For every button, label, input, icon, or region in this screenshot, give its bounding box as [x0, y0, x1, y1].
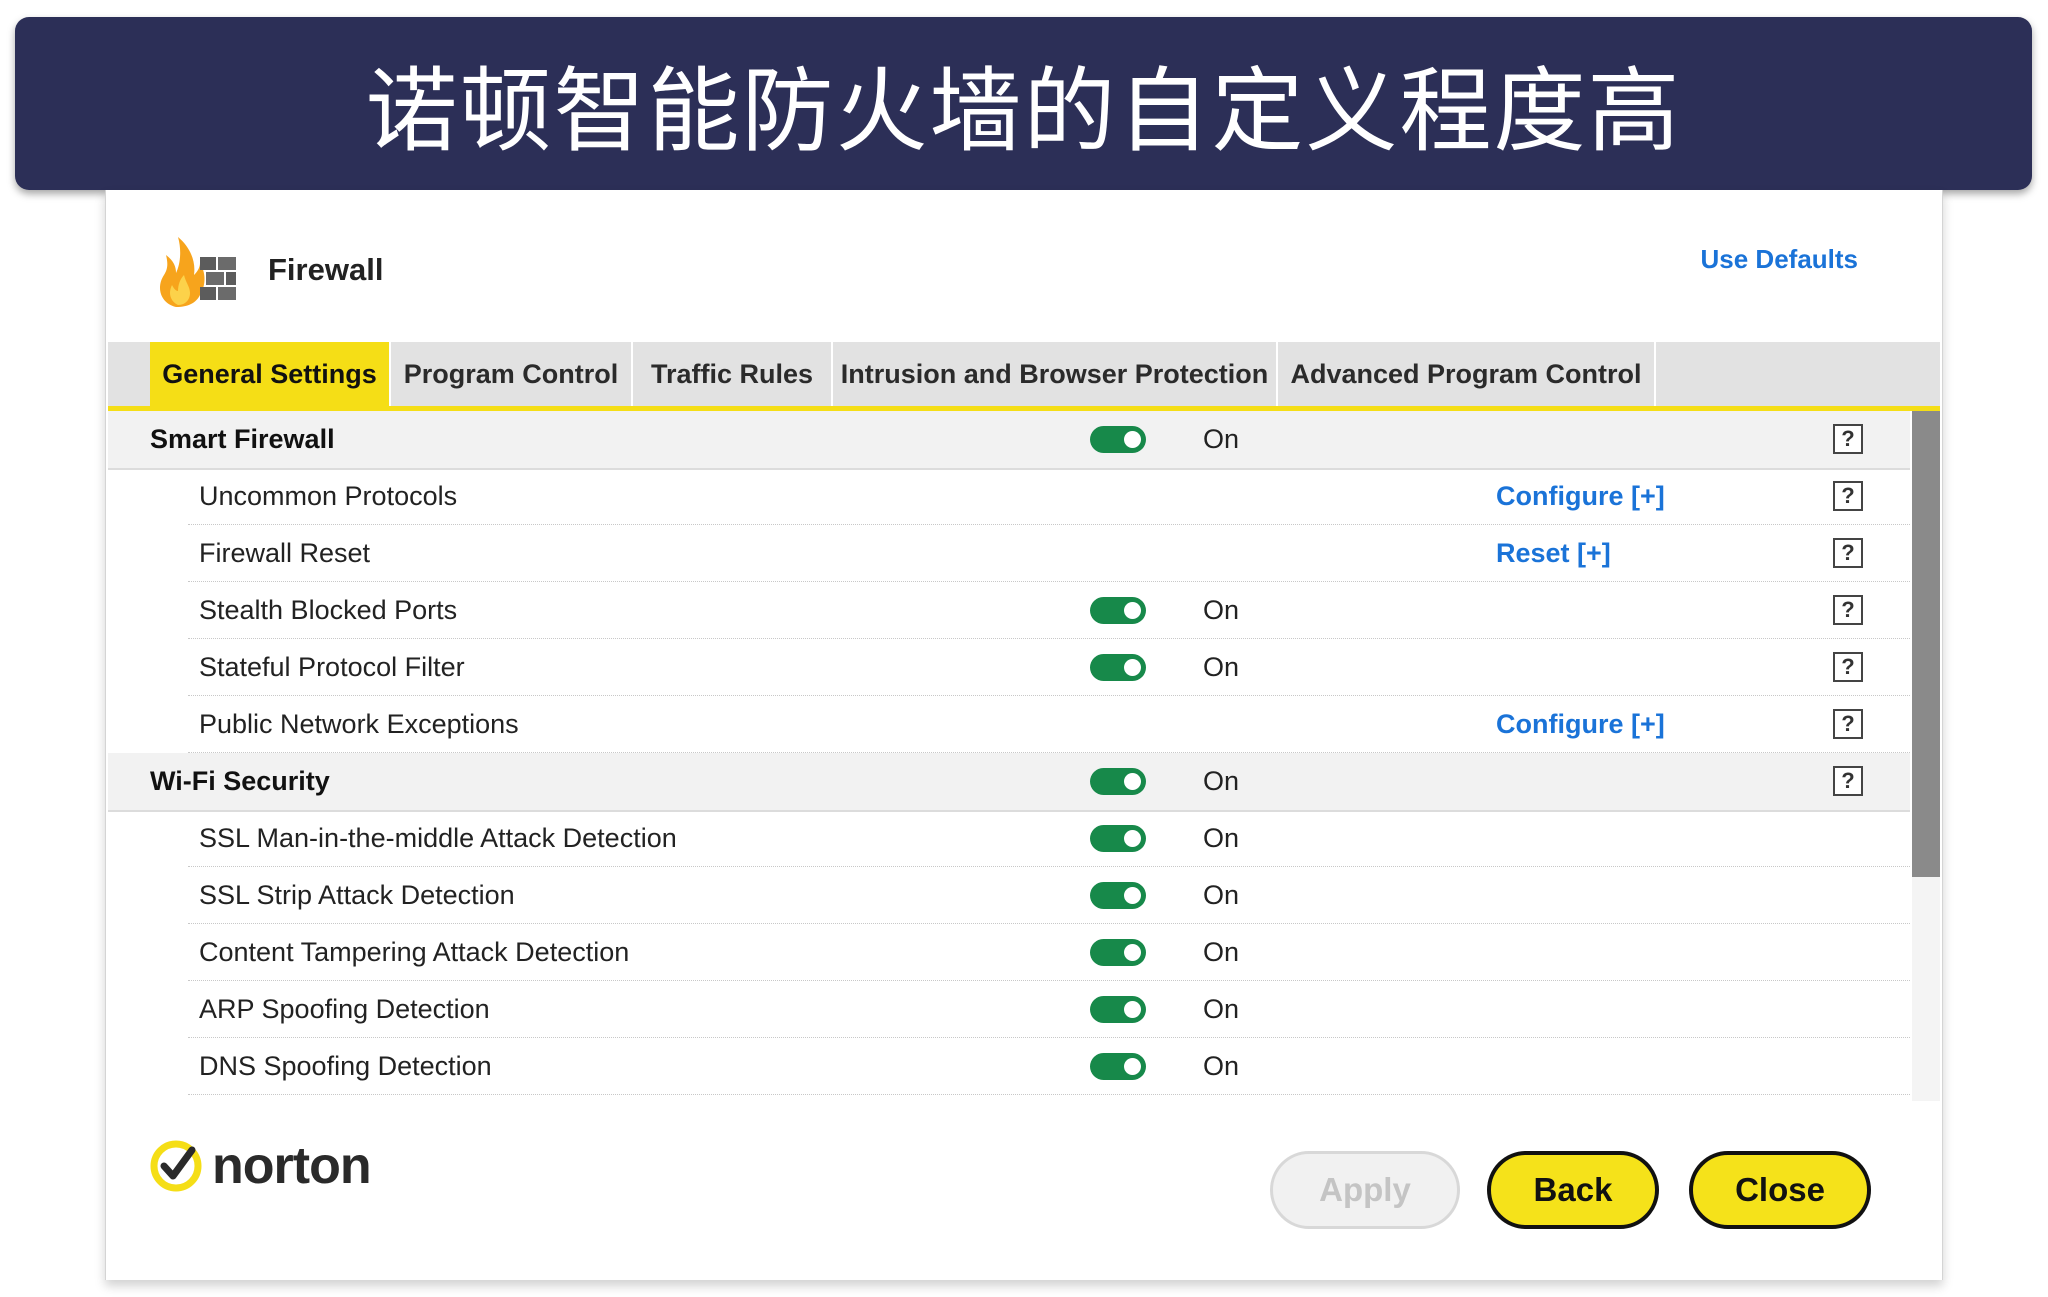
wifi-security-toggle[interactable] [1090, 768, 1146, 795]
settings-tab-bar: General Settings Program Control Traffic… [108, 342, 1940, 411]
row-label: Wi-Fi Security [150, 766, 330, 796]
tab-advanced-program-control[interactable]: Advanced Program Control [1278, 342, 1656, 406]
setting-row-dns-spoofing-detection: DNS Spoofing Detection On [108, 1038, 1910, 1095]
content-tampering-detection-toggle[interactable] [1090, 939, 1146, 966]
apply-button[interactable]: Apply [1270, 1151, 1460, 1229]
list-scrollbar-track[interactable] [1912, 411, 1940, 1101]
dns-spoofing-detection-toggle[interactable] [1090, 1053, 1146, 1080]
configure-link[interactable]: Configure [+] [1496, 468, 1665, 525]
state-text: On [1203, 823, 1240, 853]
row-label: Uncommon Protocols [199, 481, 458, 511]
help-icon[interactable]: ? [1833, 424, 1863, 454]
state-text: On [1203, 595, 1240, 625]
smart-firewall-toggle[interactable] [1090, 426, 1146, 453]
setting-row-ssl-strip-detection: SSL Strip Attack Detection On [108, 867, 1910, 924]
norton-check-icon [150, 1140, 202, 1192]
brand-name: norton [212, 1137, 372, 1195]
row-label: Content Tampering Attack Detection [199, 937, 630, 967]
banner-title: 诺顿智能防火墙的自定义程度高 [365, 58, 1682, 165]
settings-list: Smart Firewall On ? Uncommon Protocols C… [108, 411, 1910, 1101]
ssl-strip-detection-toggle[interactable] [1090, 882, 1146, 909]
state-text: On [1203, 424, 1240, 454]
row-label: ARP Spoofing Detection [199, 994, 490, 1024]
setting-row-ssl-mitm-detection: SSL Man-in-the-middle Attack Detection O… [108, 810, 1910, 867]
row-label: Stateful Protocol Filter [199, 652, 465, 682]
setting-row-arp-spoofing-detection: ARP Spoofing Detection On [108, 981, 1910, 1038]
help-icon[interactable]: ? [1833, 595, 1863, 625]
tab-intrusion-browser-protection[interactable]: Intrusion and Browser Protection [833, 342, 1278, 406]
setting-row-uncommon-protocols: Uncommon Protocols Configure [+] ? [108, 468, 1910, 525]
row-label: Stealth Blocked Ports [199, 595, 458, 625]
section-wifi-security: Wi-Fi Security On ? [108, 753, 1910, 812]
state-text: On [1203, 766, 1240, 796]
section-smart-firewall: Smart Firewall On ? [108, 411, 1910, 470]
reset-link[interactable]: Reset [+] [1496, 525, 1611, 582]
firewall-settings-window: Firewall Use Defaults General Settings P… [105, 190, 1943, 1280]
title-banner: 诺顿智能防火墙的自定义程度高 [15, 17, 2032, 190]
close-button[interactable]: Close [1689, 1151, 1871, 1229]
ssl-mitm-detection-toggle[interactable] [1090, 825, 1146, 852]
setting-row-stateful-protocol-filter: Stateful Protocol Filter On ? [108, 639, 1910, 696]
row-label: SSL Man-in-the-middle Attack Detection [199, 823, 677, 853]
state-text: On [1203, 994, 1240, 1024]
tab-general-settings[interactable]: General Settings [150, 342, 391, 406]
state-text: On [1203, 937, 1240, 967]
configure-link[interactable]: Configure [+] [1496, 696, 1665, 753]
window-title: Firewall [268, 252, 384, 287]
row-label: SSL Strip Attack Detection [199, 880, 515, 910]
state-text: On [1203, 880, 1240, 910]
state-text: On [1203, 1051, 1240, 1081]
row-label: Firewall Reset [199, 538, 371, 568]
arp-spoofing-detection-toggle[interactable] [1090, 996, 1146, 1023]
help-icon[interactable]: ? [1833, 766, 1863, 796]
state-text: On [1203, 652, 1240, 682]
setting-row-stealth-blocked-ports: Stealth Blocked Ports On ? [108, 582, 1910, 639]
setting-row-content-tampering-detection: Content Tampering Attack Detection On [108, 924, 1910, 981]
row-label: Public Network Exceptions [199, 709, 519, 739]
help-icon[interactable]: ? [1833, 538, 1863, 568]
stateful-protocol-filter-toggle[interactable] [1090, 654, 1146, 681]
help-icon[interactable]: ? [1833, 652, 1863, 682]
list-scrollbar-thumb[interactable] [1912, 411, 1940, 877]
firewall-flame-icon [160, 237, 236, 307]
stealth-blocked-ports-toggle[interactable] [1090, 597, 1146, 624]
row-label: DNS Spoofing Detection [199, 1051, 492, 1081]
tab-program-control[interactable]: Program Control [391, 342, 633, 406]
help-icon[interactable]: ? [1833, 481, 1863, 511]
back-button[interactable]: Back [1487, 1151, 1659, 1229]
norton-logo: norton [150, 1134, 372, 1198]
row-label: Smart Firewall [150, 424, 335, 454]
setting-row-firewall-reset: Firewall Reset Reset [+] ? [108, 525, 1910, 582]
tab-traffic-rules[interactable]: Traffic Rules [633, 342, 833, 406]
setting-row-public-network-exceptions: Public Network Exceptions Configure [+] … [108, 696, 1910, 753]
help-icon[interactable]: ? [1833, 709, 1863, 739]
use-defaults-link[interactable]: Use Defaults [1701, 244, 1859, 275]
